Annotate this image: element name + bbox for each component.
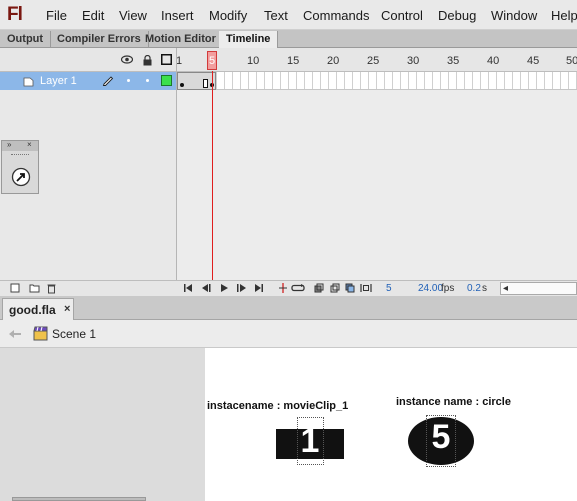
- layer-name[interactable]: Layer 1: [40, 75, 77, 87]
- current-frame-readout[interactable]: 5: [386, 283, 392, 294]
- keyframe-dot[interactable]: [180, 83, 184, 87]
- tab-motion-editor[interactable]: Motion Editor: [138, 31, 224, 48]
- trash-icon[interactable]: [47, 283, 56, 297]
- menu-bar: Fl File Edit View Insert Modify Text Com…: [0, 0, 577, 30]
- frame-number-15: 15: [287, 55, 300, 67]
- scene-breadcrumb[interactable]: Scene 1: [52, 327, 96, 341]
- menu-commands[interactable]: Commands: [303, 8, 369, 23]
- menu-insert[interactable]: Insert: [161, 8, 194, 23]
- end-frame-marker: [203, 79, 208, 88]
- movieclip-selection-box[interactable]: [297, 417, 324, 465]
- frame-number-10: 10: [247, 55, 260, 67]
- close-document-icon[interactable]: ×: [64, 303, 70, 315]
- layer-row[interactable]: Layer 1: [0, 72, 176, 90]
- frame-number-35: 35: [447, 55, 460, 67]
- menu-file[interactable]: File: [46, 8, 67, 23]
- panel-tab-row: Output Compiler Errors Motion Editor Tim…: [0, 30, 577, 49]
- playhead-line: [212, 71, 213, 296]
- menu-edit[interactable]: Edit: [82, 8, 104, 23]
- document-tab[interactable]: good.fla ×: [2, 298, 74, 320]
- app-logo: Fl: [7, 4, 23, 25]
- tab-output[interactable]: Output: [0, 31, 52, 48]
- elapsed-time-readout[interactable]: 0.2: [467, 283, 481, 294]
- tab-compiler-errors[interactable]: Compiler Errors: [50, 31, 149, 48]
- new-folder-icon[interactable]: [29, 283, 40, 296]
- timeline-horizontal-scrollbar[interactable]: ◂: [500, 282, 577, 295]
- circle-selection-box[interactable]: [426, 415, 456, 467]
- frame-number-5: 5: [209, 55, 216, 67]
- movieclip-instance-label[interactable]: instacename : movieClip_1: [207, 400, 348, 412]
- onion-outlines-icon[interactable]: [330, 283, 340, 296]
- menu-debug[interactable]: Debug: [438, 8, 476, 23]
- lock-icon[interactable]: [143, 54, 152, 69]
- frame-number-30: 30: [407, 55, 420, 67]
- scroll-left-arrow-icon[interactable]: ◂: [503, 283, 508, 294]
- layer-color-swatch[interactable]: [161, 75, 172, 86]
- modify-onion-markers-icon[interactable]: [360, 283, 372, 296]
- center-playhead-icon[interactable]: [278, 283, 288, 296]
- selection-tool-icon[interactable]: [11, 167, 31, 190]
- frame-number-20: 20: [327, 55, 340, 67]
- stage-scrollbar[interactable]: [12, 497, 146, 501]
- timeline-header: 1 5 10 15 20 25 30 35 40 45 50: [0, 48, 577, 72]
- go-first-frame-icon[interactable]: [183, 283, 193, 296]
- frame-span[interactable]: [177, 72, 216, 90]
- step-forward-icon[interactable]: [236, 283, 247, 296]
- document-tab-label: good.fla: [9, 303, 56, 317]
- frames-row[interactable]: [177, 72, 577, 90]
- menu-view[interactable]: View: [119, 8, 147, 23]
- menu-control[interactable]: Control: [381, 8, 423, 23]
- outline-icon[interactable]: [161, 54, 172, 68]
- timeline-panel: 1 5 10 15 20 25 30 35 40 45 50 Layer 1 5…: [0, 48, 577, 296]
- go-last-frame-icon[interactable]: [254, 283, 264, 296]
- timeline-footer: 5 24.00 fps 0.2 s ◂: [0, 280, 577, 296]
- tab-timeline[interactable]: Timeline: [219, 31, 279, 49]
- flash-ide-window: Fl File Edit View Insert Modify Text Com…: [0, 0, 577, 501]
- eye-icon[interactable]: [120, 55, 134, 67]
- floating-tools-panel[interactable]: » ×: [1, 140, 39, 194]
- menu-modify[interactable]: Modify: [209, 8, 247, 23]
- back-arrow-icon[interactable]: [8, 326, 22, 342]
- play-icon[interactable]: [219, 283, 229, 296]
- collapse-panel-icon[interactable]: »: [7, 140, 11, 149]
- frame-area[interactable]: [177, 90, 577, 280]
- layer-icon: [23, 76, 34, 90]
- circle-instance-label[interactable]: instance name : circle: [396, 396, 511, 408]
- lock-dot[interactable]: [146, 79, 149, 82]
- menu-window[interactable]: Window: [491, 8, 537, 23]
- onion-skin-icon[interactable]: [314, 283, 324, 296]
- step-back-icon[interactable]: [201, 283, 212, 296]
- menu-text[interactable]: Text: [264, 8, 288, 23]
- new-layer-icon[interactable]: [10, 283, 20, 296]
- loop-icon[interactable]: [291, 283, 305, 296]
- fps-readout[interactable]: 24.00: [418, 283, 443, 294]
- close-panel-icon[interactable]: ×: [27, 140, 32, 149]
- panel-grip[interactable]: [11, 154, 29, 156]
- frame-number-25: 25: [367, 55, 380, 67]
- stage[interactable]: [205, 348, 577, 501]
- floating-panel-titlebar[interactable]: » ×: [2, 140, 38, 151]
- edit-multiple-frames-icon[interactable]: [345, 283, 355, 296]
- frame-number-40: 40: [487, 55, 500, 67]
- elapsed-unit-label: s: [482, 283, 487, 294]
- menu-help[interactable]: Help: [551, 8, 577, 23]
- frame-number-50: 50: [566, 55, 577, 67]
- frame-number-45: 45: [527, 55, 540, 67]
- fps-unit-label: fps: [441, 283, 455, 294]
- edit-bar: Scene 1: [0, 320, 577, 348]
- pencil-icon: [102, 74, 114, 89]
- document-tab-bar: good.fla ×: [0, 296, 577, 320]
- visibility-dot[interactable]: [127, 79, 130, 82]
- clapboard-icon: [33, 326, 48, 344]
